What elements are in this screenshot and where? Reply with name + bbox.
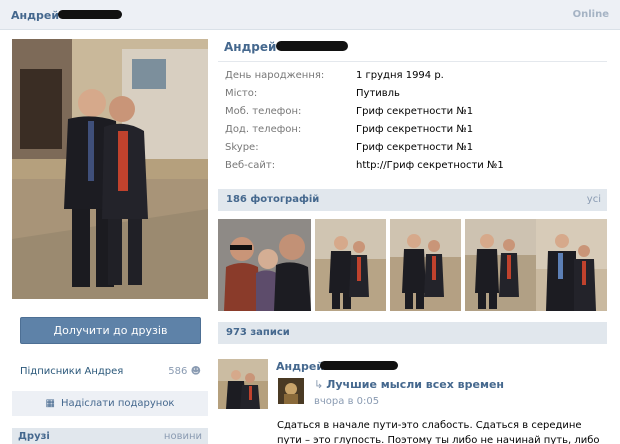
info-value: Гриф секретности №1 <box>356 142 474 153</box>
profile-info: День народження: 1 грудня 1994 р. Місто:… <box>225 70 605 178</box>
people-icon: ☻ <box>190 366 201 377</box>
profile-header-bar: Андрей Online <box>0 0 620 30</box>
redaction-mark <box>276 41 348 51</box>
info-value: Гриф секретности №1 <box>356 106 474 117</box>
wall-section-header: 973 записи <box>218 322 607 344</box>
info-label: Дод. телефон: <box>225 124 302 135</box>
photo-thumbnail[interactable] <box>218 219 311 311</box>
info-row-website: Веб-сайт: http://Гриф секретности №1 <box>225 160 605 178</box>
info-value[interactable]: Путивль <box>356 88 400 99</box>
subscribers-label: Підписники Андрея <box>20 366 124 377</box>
info-row-city: Місто: Путивль <box>225 88 605 106</box>
photo-thumbnail[interactable] <box>390 219 461 311</box>
subscribers-link[interactable]: Підписники Андрея 586 ☻ <box>20 366 201 380</box>
divider <box>218 61 607 62</box>
repost-source-avatar[interactable] <box>278 378 304 404</box>
repost-arrow-icon: ↳ <box>314 378 324 391</box>
friends-section-header: Друзі новини <box>12 428 208 444</box>
header-name[interactable]: Андрей <box>11 9 59 22</box>
photos-section-header: 186 фотографій усі <box>218 189 607 211</box>
info-row-mobile: Моб. телефон: Гриф секретности №1 <box>225 106 605 124</box>
friends-news-link[interactable]: новини <box>164 431 202 442</box>
info-row-birthday: День народження: 1 грудня 1994 р. <box>225 70 605 88</box>
post-text: Сдаться в начале пути-это слабость. Сдат… <box>277 420 600 444</box>
repost-source-link[interactable]: ↳ Лучшие мысли всех времен <box>314 378 504 391</box>
redaction-mark <box>320 361 398 370</box>
online-status: Online <box>572 9 609 20</box>
photo-strip <box>218 219 607 311</box>
add-friend-button[interactable]: Долучити до друзів <box>20 317 201 344</box>
profile-photo-image <box>12 39 208 299</box>
info-label: Веб-сайт: <box>225 160 276 171</box>
info-value: Гриф секретности №1 <box>356 124 474 135</box>
wall-title[interactable]: 973 записи <box>226 327 290 338</box>
photos-title[interactable]: 186 фотографій <box>226 194 319 205</box>
info-value[interactable]: http://Гриф секретности №1 <box>356 160 504 171</box>
info-value[interactable]: 1 грудня 1994 р. <box>356 70 444 81</box>
info-row-skype: Skype: Гриф секретности №1 <box>225 142 605 160</box>
photo-thumbnail[interactable] <box>315 219 386 311</box>
profile-photo[interactable] <box>12 39 208 299</box>
friends-title[interactable]: Друзі <box>18 431 50 442</box>
send-gift-label: Надіслати подарунок <box>60 398 175 409</box>
photos-all-link[interactable]: усі <box>587 194 601 205</box>
profile-name: Андрей <box>224 40 277 54</box>
post-author-name[interactable]: Андрей <box>276 360 324 373</box>
repost-source-title: Лучшие мысли всех времен <box>326 378 505 391</box>
info-label: Моб. телефон: <box>225 106 302 117</box>
post-timestamp[interactable]: вчора в 0:05 <box>314 396 379 407</box>
info-label: Skype: <box>225 142 259 153</box>
send-gift-button[interactable]: ▦ Надіслати подарунок <box>12 391 208 416</box>
info-label: Місто: <box>225 88 258 99</box>
info-label: День народження: <box>225 70 325 81</box>
photo-thumbnail[interactable] <box>465 219 536 311</box>
subscribers-count: 586 ☻ <box>168 366 201 377</box>
redaction-mark <box>58 10 122 19</box>
post-author-avatar[interactable] <box>218 359 268 409</box>
info-row-phone: Дод. телефон: Гриф секретности №1 <box>225 124 605 142</box>
photo-thumbnail[interactable] <box>536 219 607 311</box>
gift-icon: ▦ <box>45 398 55 409</box>
